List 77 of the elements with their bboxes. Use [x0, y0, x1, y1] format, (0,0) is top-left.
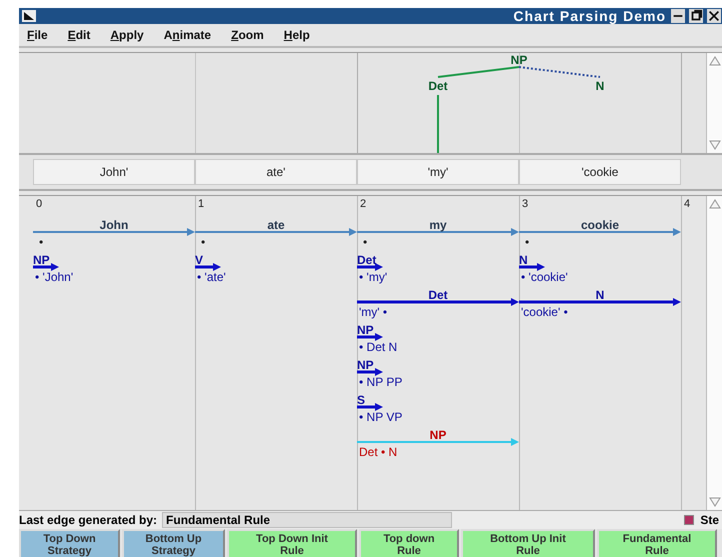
edge-rule: • 'ate'	[197, 270, 226, 284]
edge-arrow[interactable]	[195, 263, 221, 271]
checkbox-label: Ste	[700, 513, 719, 527]
scroll-up-icon[interactable]	[708, 55, 722, 67]
status-label: Last edge generated by:	[19, 513, 158, 527]
chart-node-number: 4	[684, 198, 690, 210]
strategy-button[interactable]: Bottom Up Strategy	[122, 529, 225, 557]
menu-item[interactable]: Animate	[164, 28, 212, 42]
menu-item[interactable]: Zoom	[231, 28, 264, 42]
edge-arrow[interactable]	[357, 298, 519, 306]
edge-label: S	[357, 393, 366, 407]
edge-label: NP	[357, 323, 374, 337]
edge-rule: 'my' •	[359, 305, 388, 319]
menu-item[interactable]: Edit	[68, 28, 90, 42]
edge-rule: •	[201, 235, 206, 249]
edge-rule: • 'my'	[359, 270, 388, 284]
edge-label: NP	[357, 358, 374, 372]
edge-rule: • 'cookie'	[521, 270, 568, 284]
edge-arrow[interactable]	[357, 403, 383, 411]
maximize-icon[interactable]	[688, 9, 704, 23]
chart-node-number: 2	[360, 198, 366, 210]
edge-label: Det	[357, 253, 376, 267]
token-cell: John'	[33, 159, 195, 185]
step-checkbox[interactable]	[684, 515, 694, 525]
edge-rule: •	[39, 235, 44, 249]
strategy-button[interactable]: Top Down Strategy	[19, 529, 120, 557]
edge-label: N	[596, 288, 604, 302]
edge-arrow[interactable]	[357, 263, 383, 271]
rule-button[interactable]: Top down Rule	[359, 529, 459, 557]
edge-label: John	[100, 218, 128, 232]
edge-rule: • 'John'	[35, 270, 74, 284]
edge-rule: 'cookie' •	[521, 305, 568, 319]
minimize-icon[interactable]	[670, 9, 686, 23]
chart-node-number: 0	[36, 198, 42, 210]
scroll-down-icon[interactable]	[708, 139, 722, 151]
rule-button[interactable]: Fundamental Rule	[597, 529, 717, 557]
scrollbar[interactable]	[706, 196, 722, 510]
token-cell: 'cookie	[519, 159, 681, 185]
menu-item[interactable]: Apply	[110, 28, 144, 42]
edge-label: Det	[428, 288, 448, 302]
menu-item[interactable]: File	[27, 28, 48, 42]
edge-label: my	[429, 218, 447, 232]
edge-label: cookie	[581, 218, 619, 232]
edge-arrow[interactable]	[357, 333, 383, 341]
close-icon[interactable]	[706, 9, 722, 23]
tree-node-label: Det	[428, 79, 448, 93]
tree-node-label: N	[596, 79, 604, 93]
edge-label: NP	[430, 428, 446, 442]
edge-label: N	[519, 253, 528, 267]
edge-arrow[interactable]	[519, 263, 545, 271]
rule-button[interactable]: Bottom Up Init Rule	[461, 529, 595, 557]
edge-rule: •	[525, 235, 530, 249]
edge-arrow[interactable]	[357, 368, 383, 376]
menu-item[interactable]: Help	[284, 28, 310, 42]
chart-node-number: 3	[522, 198, 528, 210]
status-field: Fundamental Rule	[162, 512, 452, 528]
edge-label: ate	[267, 218, 285, 232]
scrollbar[interactable]	[706, 53, 722, 153]
edge-rule: • NP PP	[359, 375, 402, 389]
tree-node-label: NP	[510, 53, 528, 67]
edge-arrow[interactable]	[33, 263, 59, 271]
edge-rule: • Det N	[359, 340, 398, 354]
edge-rule: •	[363, 235, 368, 249]
tree-leaf-line	[437, 95, 439, 153]
rule-button[interactable]: Top Down Init Rule	[227, 529, 357, 557]
edge-rule: Det • N	[359, 445, 398, 459]
edge-rule: • NP VP	[359, 410, 402, 424]
edge-label: V	[195, 253, 204, 267]
token-cell: ate'	[195, 159, 357, 185]
window-title: Chart Parsing Demo	[513, 8, 666, 24]
scroll-up-icon[interactable]	[708, 198, 722, 210]
window-menu-icon[interactable]	[22, 10, 36, 22]
scroll-down-icon[interactable]	[708, 496, 722, 508]
chart-node-number: 1	[198, 198, 204, 210]
token-cell: 'my'	[357, 159, 519, 185]
edge-label: NP	[33, 253, 50, 267]
edge-arrow[interactable]	[519, 298, 681, 306]
